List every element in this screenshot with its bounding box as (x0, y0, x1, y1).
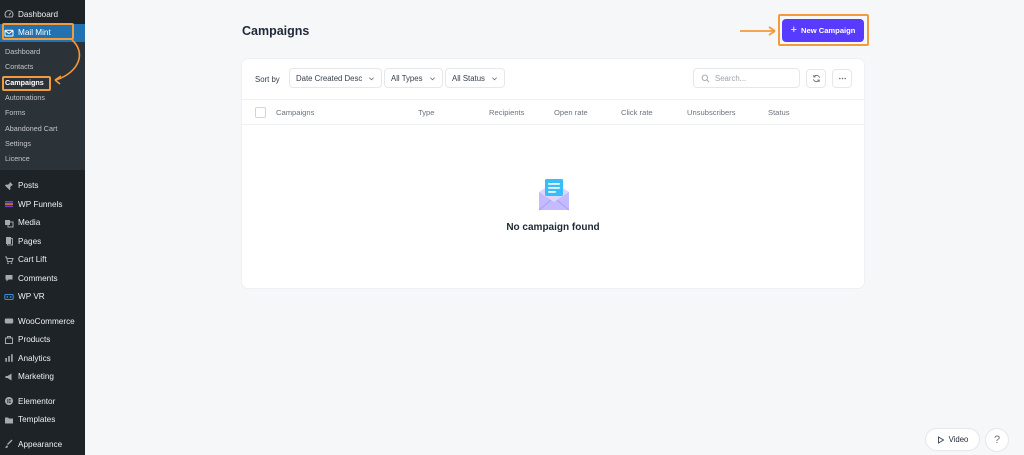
sidebar-item-cart-lift[interactable]: Cart Lift (0, 250, 85, 269)
appearance-icon (4, 439, 14, 449)
chevron-down-icon (369, 76, 375, 80)
refresh-button[interactable] (806, 69, 826, 88)
new-campaign-button[interactable]: + New Campaign (782, 19, 864, 42)
sidebar-item-wp-funnels[interactable]: WP Funnels (0, 195, 85, 214)
analytics-icon (4, 353, 14, 363)
sidebar-item-label: Marketing (18, 372, 54, 382)
campaigns-card: Sort by Date Created Desc All Types All … (242, 59, 864, 288)
sidebar-item-pages[interactable]: Pages (0, 232, 85, 251)
search-input[interactable] (715, 73, 795, 83)
column-header-recipients: Recipients (489, 108, 525, 117)
sidebar-item-label: Media (18, 218, 41, 228)
video-label: Video (948, 435, 969, 444)
search-icon (701, 74, 710, 82)
sidebar-item-mail-mint[interactable]: Mail Mint (0, 23, 85, 42)
status-select[interactable]: All Status (445, 68, 505, 88)
column-header-unsubscribers: Unsubscribers (687, 108, 736, 117)
sidebar-item-comments[interactable]: Comments (0, 269, 85, 288)
sidebar-item-dashboard[interactable]: Dashboard (0, 5, 85, 24)
new-campaign-label: New Campaign (801, 26, 856, 35)
page-title: Campaigns (242, 24, 310, 38)
chevron-down-icon (429, 76, 435, 80)
empty-state-message: No campaign found (506, 222, 600, 233)
empty-mail-icon (538, 179, 570, 211)
play-icon (937, 435, 944, 444)
sidebar-item-templates[interactable]: Templates (0, 410, 85, 429)
table-header: Campaigns Type Recipients Open rate Clic… (242, 99, 864, 125)
column-header-campaigns[interactable]: Campaigns (276, 108, 314, 117)
sidebar-item-media[interactable]: Media (0, 213, 85, 232)
mail-mint-submenu: Dashboard Contacts Campaigns Automations… (0, 42, 85, 171)
column-header-status: Status (768, 108, 790, 117)
sort-by-label: Sort by (255, 75, 280, 84)
sidebar-item-label: Comments (18, 273, 58, 283)
sort-select[interactable]: Date Created Desc (289, 68, 383, 88)
ellipsis-icon (838, 77, 846, 80)
sidebar-item-label: Analytics (18, 353, 51, 363)
sidebar-item-woocommerce[interactable]: WooCommerce (0, 312, 85, 331)
submenu-item-contacts[interactable]: Contacts (0, 59, 85, 74)
vr-icon (4, 292, 14, 302)
sidebar-item-analytics[interactable]: Analytics (0, 349, 85, 368)
funnel-icon (4, 199, 14, 209)
submenu-item-dashboard[interactable]: Dashboard (0, 44, 85, 59)
status-select-value: All Status (452, 73, 485, 83)
help-button[interactable]: ? (986, 429, 1008, 451)
sidebar-item-marketing[interactable]: Marketing (0, 367, 85, 386)
products-icon (4, 335, 14, 345)
type-select[interactable]: All Types (384, 68, 443, 88)
woo-icon (4, 316, 14, 326)
mail-icon (4, 28, 14, 38)
dashboard-icon (4, 9, 14, 19)
more-options-button[interactable] (832, 69, 852, 88)
sidebar-item-label: Dashboard (18, 9, 59, 19)
sidebar-item-label: Templates (18, 415, 56, 425)
sidebar-item-label: Posts (18, 181, 39, 191)
elementor-icon (4, 396, 14, 406)
sidebar-item-label: WP VR (18, 292, 45, 302)
video-button[interactable]: Video (926, 429, 979, 450)
sidebar-item-label: Appearance (18, 439, 63, 449)
sidebar-item-appearance[interactable]: Appearance (0, 435, 85, 454)
sidebar-item-label: Elementor (18, 396, 56, 406)
select-all-checkbox[interactable] (255, 107, 266, 118)
sidebar-item-label: WooCommerce (18, 316, 75, 326)
sidebar-item-label: Products (18, 335, 51, 345)
search-box[interactable] (693, 68, 800, 88)
column-header-open-rate: Open rate (554, 108, 588, 117)
pages-icon (4, 236, 14, 246)
pin-icon (4, 181, 14, 191)
megaphone-icon (4, 372, 14, 382)
plus-icon: + (790, 24, 797, 36)
submenu-item-forms[interactable]: Forms (0, 105, 85, 120)
sidebar-item-elementor[interactable]: Elementor (0, 392, 85, 411)
chevron-down-icon (491, 76, 497, 80)
templates-icon (4, 415, 14, 425)
help-icon: ? (993, 434, 1001, 446)
sidebar-item-wp-vr[interactable]: WP VR (0, 287, 85, 306)
sidebar-item-posts[interactable]: Posts (0, 176, 85, 195)
submenu-item-abandoned-cart[interactable]: Abandoned Cart (0, 120, 85, 135)
sidebar-item-label: Mail Mint (18, 28, 51, 38)
media-icon (4, 218, 14, 228)
column-header-click-rate: Click rate (621, 108, 653, 117)
submenu-item-campaigns[interactable]: Campaigns (0, 75, 85, 90)
sidebar-item-label: WP Funnels (18, 199, 63, 209)
admin-sidebar: Dashboard Mail Mint Dashboard Contacts C… (0, 0, 85, 455)
submenu-item-licence[interactable]: Licence (0, 151, 85, 166)
column-header-type: Type (418, 108, 435, 117)
sidebar-item-label: Pages (18, 236, 42, 246)
submenu-item-automations[interactable]: Automations (0, 90, 85, 105)
comment-icon (4, 273, 14, 283)
refresh-icon (812, 74, 820, 83)
type-select-value: All Types (391, 73, 423, 83)
sidebar-item-products[interactable]: Products (0, 330, 85, 349)
cart-icon (4, 255, 14, 265)
sort-select-value: Date Created Desc (296, 73, 363, 83)
sidebar-item-label: Cart Lift (18, 255, 47, 265)
submenu-item-settings[interactable]: Settings (0, 136, 85, 151)
